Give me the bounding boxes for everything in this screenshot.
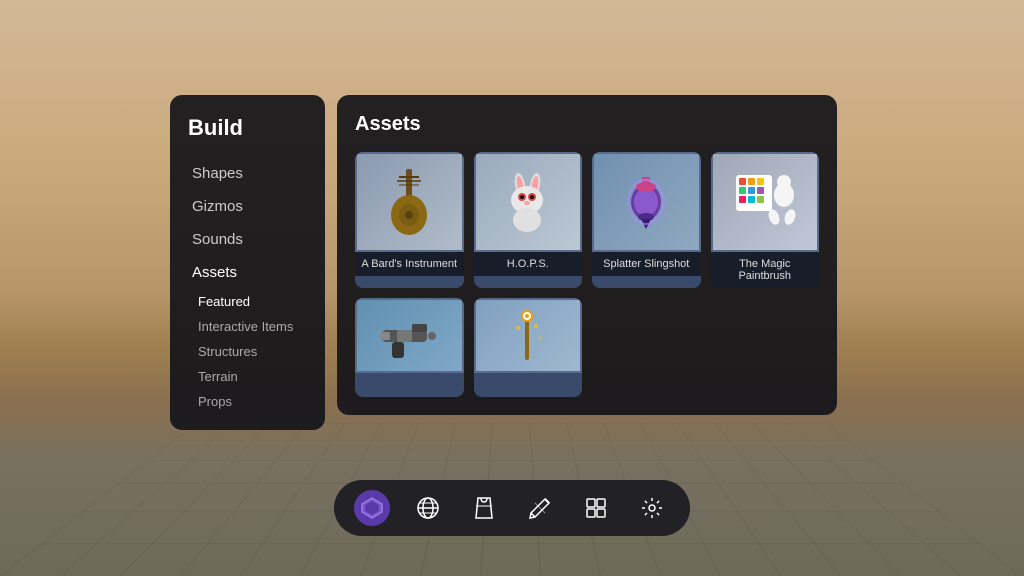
toolbar-build-button[interactable] bbox=[354, 490, 390, 526]
asset-thumb-splatter-slingshot bbox=[592, 152, 701, 252]
world-icon bbox=[416, 496, 440, 520]
sidebar-title: Build bbox=[170, 115, 325, 157]
sidebar-item-shapes[interactable]: Shapes bbox=[174, 157, 321, 190]
sidebar-item-sounds[interactable]: Sounds bbox=[174, 223, 321, 256]
asset-card-splatter-slingshot[interactable]: Splatter Slingshot bbox=[592, 152, 701, 288]
toolbar-menu-button[interactable] bbox=[578, 490, 614, 526]
build-icon bbox=[360, 496, 384, 520]
asset-card-bards-instrument[interactable]: A Bard's Instrument bbox=[355, 152, 464, 288]
assets-panel: Assets A Bard's Instrument bbox=[337, 95, 837, 415]
toolbar bbox=[334, 480, 690, 536]
asset-name-bards-instrument: A Bard's Instrument bbox=[355, 252, 464, 276]
asset-thumb-hops bbox=[474, 152, 583, 252]
asset-thumb-partial-2 bbox=[474, 298, 583, 373]
sidebar-sub-structures[interactable]: Structures bbox=[170, 339, 325, 364]
asset-card-hops[interactable]: H.O.P.S. bbox=[474, 152, 583, 288]
toolbar-bag-button[interactable] bbox=[466, 490, 502, 526]
sidebar: Build Shapes Gizmos Sounds Assets Featur… bbox=[170, 95, 325, 430]
settings-icon bbox=[640, 496, 664, 520]
asset-thumb-partial-1 bbox=[355, 298, 464, 373]
menu-icon bbox=[584, 496, 608, 520]
asset-name-magic-paintbrush: The Magic Paintbrush bbox=[711, 252, 820, 288]
sidebar-item-assets[interactable]: Assets bbox=[174, 256, 321, 289]
asset-thumb-magic-paintbrush bbox=[711, 152, 820, 252]
toolbar-paint-button[interactable] bbox=[522, 490, 558, 526]
ui-container: Build Shapes Gizmos Sounds Assets Featur… bbox=[170, 95, 837, 430]
toolbar-world-button[interactable] bbox=[410, 490, 446, 526]
asset-card-magic-paintbrush[interactable]: The Magic Paintbrush bbox=[711, 152, 820, 288]
toolbar-settings-button[interactable] bbox=[634, 490, 670, 526]
asset-name-splatter-slingshot: Splatter Slingshot bbox=[592, 252, 701, 276]
sidebar-sub-featured[interactable]: Featured bbox=[170, 289, 325, 314]
sidebar-item-gizmos[interactable]: Gizmos bbox=[174, 190, 321, 223]
bag-icon bbox=[472, 496, 496, 520]
instrument-icon bbox=[379, 167, 439, 237]
sidebar-sub-terrain[interactable]: Terrain bbox=[170, 364, 325, 389]
assets-panel-title: Assets bbox=[355, 113, 819, 136]
asset-card-partial-2[interactable]: - bbox=[474, 298, 583, 397]
partial1-icon bbox=[377, 308, 442, 363]
assets-grid-partial: - - bbox=[355, 298, 819, 397]
hops-icon bbox=[500, 170, 555, 235]
assets-grid: A Bard's Instrument bbox=[355, 152, 819, 288]
sidebar-sub-props[interactable]: Props bbox=[170, 389, 325, 414]
sidebar-sub-interactive-items[interactable]: Interactive Items bbox=[170, 314, 325, 339]
partial2-icon bbox=[500, 308, 555, 363]
asset-name-hops: H.O.P.S. bbox=[474, 252, 583, 276]
asset-thumb-bards-instrument bbox=[355, 152, 464, 252]
paintbrush-icon bbox=[732, 167, 797, 237]
slingshot-icon bbox=[619, 167, 674, 237]
asset-card-partial-1[interactable]: - bbox=[355, 298, 464, 397]
paint-icon bbox=[528, 496, 552, 520]
